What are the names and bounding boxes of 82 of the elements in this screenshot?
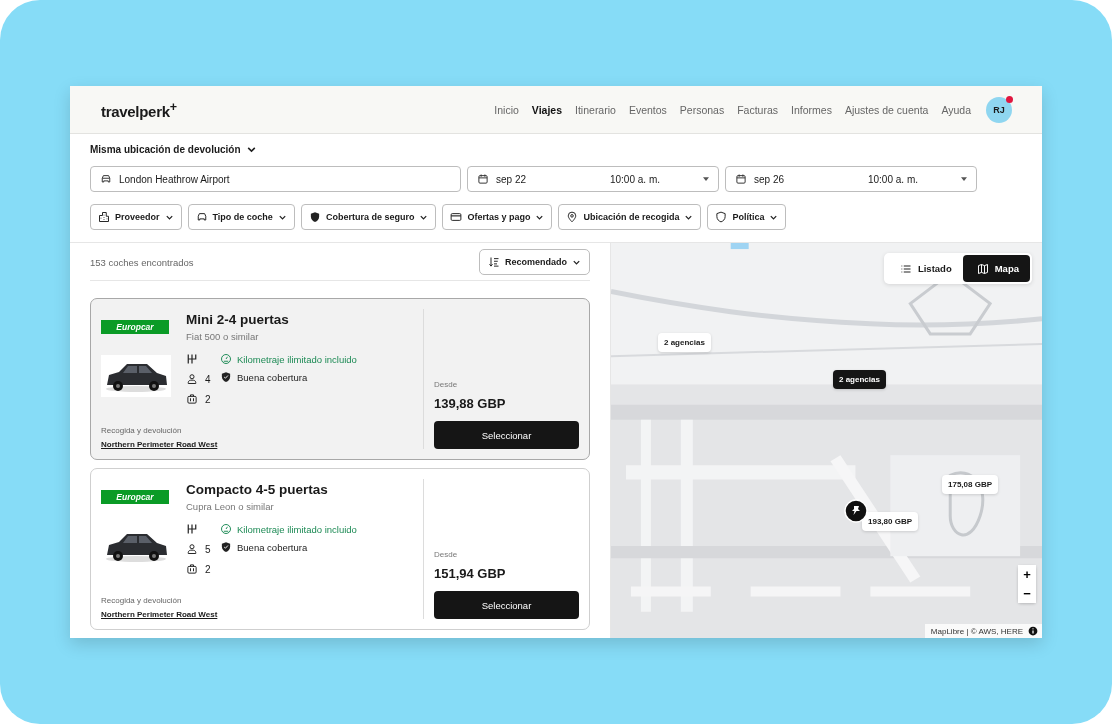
location-pin-icon [566, 211, 579, 223]
feature-label: Kilometraje ilimitado incluido [237, 523, 357, 535]
price: 139,88 GBP [434, 396, 507, 411]
feature-label: Buena cobertura [237, 541, 308, 553]
price-label: Desde [434, 380, 459, 389]
gearbox-icon [186, 523, 198, 535]
nav-link[interactable]: Ajustes de cuenta [844, 103, 929, 116]
filter-dropdown[interactable]: Ofertas y pago [442, 204, 553, 230]
filter-dropdown[interactable]: Ubicación de recogida [558, 204, 702, 230]
feature-label: Kilometraje ilimitado incluido [237, 353, 357, 365]
price-label: Desde [434, 550, 459, 559]
location-field[interactable]: London Heathrow Airport [90, 166, 461, 192]
car-title: Mini 2-4 puertas [186, 312, 289, 327]
filter-dropdown[interactable]: Tipo de coche [187, 204, 295, 230]
zoom-in-button[interactable]: + [1018, 565, 1036, 584]
car-model: Cupra Leon o similar [186, 501, 275, 512]
pickup-link[interactable]: Northern Perimeter Road West [101, 440, 423, 449]
pin-marker-icon[interactable] [844, 499, 868, 523]
nav-link[interactable]: Personas [679, 103, 725, 116]
building-icon [98, 211, 110, 223]
nav-link[interactable]: Eventos [628, 103, 667, 116]
gauge-icon [220, 523, 232, 535]
car-icon [100, 173, 112, 185]
date-time-field[interactable]: sep 26 10:00 a. m. [725, 166, 977, 192]
nav-link[interactable]: Viajes [531, 103, 563, 116]
select-button[interactable]: Seleccionar [434, 591, 579, 619]
gauge-icon [220, 353, 232, 365]
calendar-icon [735, 173, 747, 185]
person-icon [186, 373, 198, 385]
map-icon [976, 262, 989, 275]
luggage-icon [186, 393, 198, 405]
seat-count: 5 [205, 543, 212, 555]
nav-link[interactable]: Facturas [737, 103, 779, 116]
caret-icon [703, 176, 709, 182]
shield-icon [715, 211, 728, 223]
shield-icon [220, 371, 232, 383]
gearbox-icon [186, 353, 198, 365]
car-card[interactable]: Europcar Mini 2-4 puertas Fiat 500 o similar 4 2 Kilometraje ilimitado incluido Buena cobertura Recogida y devolución Northern Perimeter Road West Desde 139,88 GBP Seleccionar [90, 298, 590, 460]
nav-link[interactable]: Itinerario [575, 103, 616, 116]
filter-dropdown[interactable]: Proveedor [90, 204, 182, 230]
calendar-icon [477, 173, 489, 185]
seat-count: 4 [205, 373, 212, 385]
avatar[interactable]: RJ [986, 96, 1012, 123]
zoom-out-button[interactable]: − [1018, 584, 1036, 603]
credit-card-icon [450, 211, 463, 223]
pickup-link[interactable]: Northern Perimeter Road West [101, 610, 423, 619]
map-marker[interactable]: 193,80 GBP [862, 512, 919, 531]
pickup-label: Recogida y devolución [101, 596, 183, 605]
map-attribution: MapLibre | © AWS, HERE [930, 626, 1023, 636]
car-card[interactable]: Europcar Compacto 4-5 puertas Cupra Leon o similar 5 2 Kilometraje ilimitado incluido Buena cobertura Recogida y devolución Northern Perimeter Road West Desde 151,94 GBP Seleccionar [90, 468, 590, 630]
select-button[interactable]: Seleccionar [434, 421, 579, 449]
luggage-icon [186, 563, 198, 575]
car-title: Compacto 4-5 puertas [186, 482, 328, 497]
info-icon[interactable] [1028, 626, 1038, 636]
map-marker[interactable]: 2 agencias [658, 333, 711, 352]
bag-count: 2 [205, 563, 212, 575]
sort-dropdown[interactable]: Recomendado [479, 249, 590, 275]
results-count: 153 coches encontrados [90, 256, 194, 268]
provider-logo: Europcar [101, 490, 169, 504]
shield-icon [220, 541, 232, 553]
provider-logo: Europcar [101, 320, 169, 334]
logo[interactable]: travelperk$^{+}$ [101, 99, 177, 120]
date-time-field[interactable]: sep 22 10:00 a. m. [467, 166, 719, 192]
map-marker[interactable]: 175,08 GBP [942, 475, 999, 494]
bag-count: 2 [205, 393, 212, 405]
price: 151,94 GBP [434, 566, 507, 581]
person-icon [186, 543, 198, 555]
feature-label: Buena cobertura [237, 371, 308, 383]
sort-icon [488, 256, 500, 268]
car-model: Fiat 500 o similar [186, 331, 260, 342]
return-option-dropdown[interactable]: Misma ubicación de devolución [90, 144, 257, 155]
nav-link[interactable]: Informes [791, 103, 832, 116]
caret-icon [961, 176, 967, 182]
nav-link[interactable]: Ayuda [941, 103, 971, 116]
map-marker[interactable]: 2 agencias [833, 370, 886, 389]
shield-icon [308, 211, 321, 223]
filter-dropdown[interactable]: Política [707, 204, 787, 230]
pickup-label: Recogida y devolución [101, 426, 183, 435]
view-tab[interactable]: Mapa [962, 255, 1030, 282]
filter-dropdown[interactable]: Cobertura de seguro [300, 204, 437, 230]
car-icon [195, 211, 208, 223]
nav-link[interactable]: Inicio [494, 103, 519, 116]
